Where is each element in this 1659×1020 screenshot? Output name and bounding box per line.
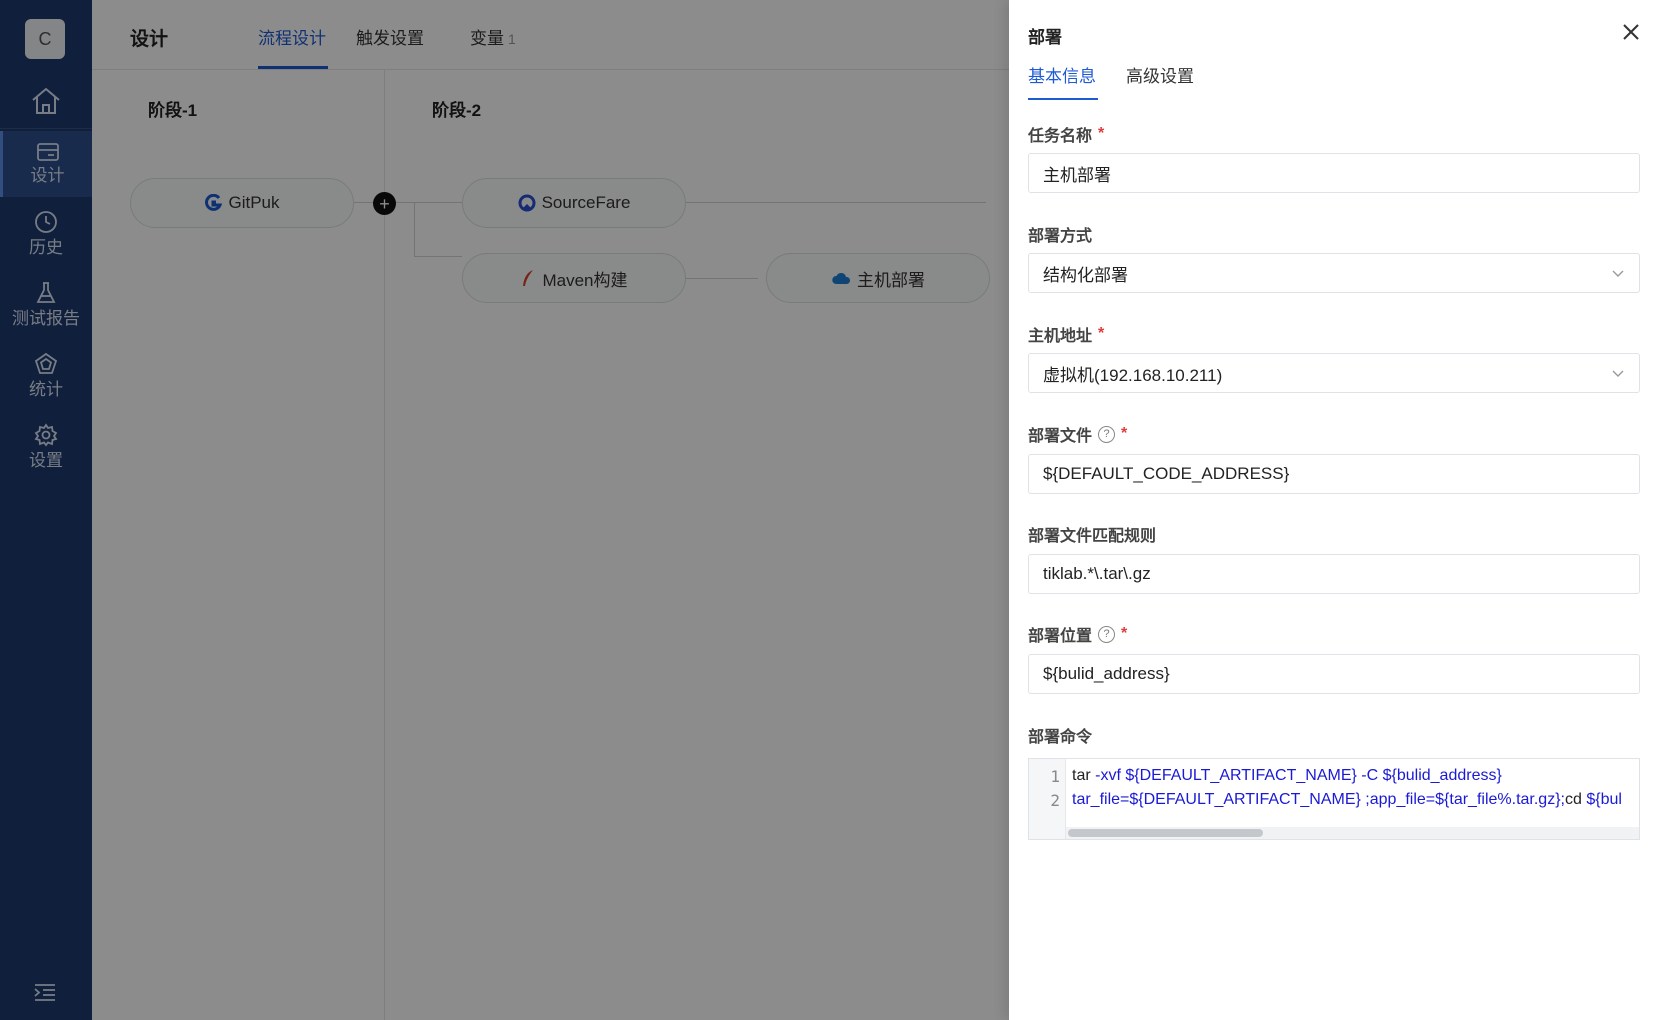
required-mark: * — [1098, 125, 1105, 142]
help-icon[interactable]: ? — [1098, 425, 1116, 443]
chevron-down-icon — [1612, 270, 1624, 277]
input-value: 主机部署 — [1043, 165, 1111, 185]
host-address-select[interactable]: 虚拟机(192.168.10.211) — [1028, 353, 1640, 393]
horizontal-scrollbar[interactable] — [1066, 827, 1639, 839]
label-text: 任务名称 — [1028, 128, 1093, 145]
code-line[interactable]: tar -xvf ${DEFAULT_ARTIFACT_NAME} -C ${b… — [1072, 767, 1502, 785]
select-value: 结构化部署 — [1043, 265, 1128, 285]
tab-advanced-settings[interactable]: 高级设置 — [1126, 62, 1194, 87]
active-tab-indicator — [1028, 98, 1098, 100]
line-number: 1 — [1050, 767, 1060, 786]
input-value: ${bulid_address} — [1043, 664, 1170, 683]
code-token: tar — [1072, 767, 1096, 784]
code-token: cd — [1565, 791, 1587, 808]
task-config-drawer: 部署 基本信息 高级设置 任务名称 * 主机部署 部署方式 结构化部署 主机地址 *… — [1009, 0, 1659, 1020]
code-token: tar_file=${DEFAULT_ARTIFACT_NAME} ;app_f… — [1072, 791, 1565, 808]
required-mark: * — [1121, 625, 1128, 642]
label-text: 部署文件 — [1028, 428, 1093, 445]
deploy-mode-select[interactable]: 结构化部署 — [1028, 253, 1640, 293]
code-line[interactable]: tar_file=${DEFAULT_ARTIFACT_NAME} ;app_f… — [1072, 791, 1622, 809]
host-address-label: 主机地址 * — [1028, 322, 1104, 346]
task-name-label: 任务名称 * — [1028, 122, 1104, 146]
label-text: 部署命令 — [1028, 729, 1093, 746]
help-icon[interactable]: ? — [1098, 625, 1116, 643]
input-value: tiklab.*\.tar\.gz — [1043, 564, 1151, 583]
select-value: 虚拟机(192.168.10.211) — [1043, 365, 1223, 385]
label-text: 部署方式 — [1028, 228, 1093, 245]
input-value: ${DEFAULT_CODE_ADDRESS} — [1043, 464, 1290, 483]
label-text: 主机地址 — [1028, 328, 1093, 345]
modal-mask[interactable] — [0, 0, 1009, 1020]
code-token: -xvf ${DEFAULT_ARTIFACT_NAME} -C ${bulid… — [1095, 767, 1502, 784]
drawer-title: 部署 — [1028, 28, 1062, 47]
task-name-input[interactable]: 主机部署 — [1028, 153, 1640, 193]
label-text: 部署位置 — [1028, 628, 1093, 645]
chevron-down-icon — [1612, 370, 1624, 377]
deploy-file-input[interactable]: ${DEFAULT_CODE_ADDRESS} — [1028, 454, 1640, 494]
deploy-location-label: 部署位置 ? * — [1028, 622, 1127, 646]
deploy-mode-label: 部署方式 — [1028, 222, 1092, 246]
match-rule-label: 部署文件匹配规则 — [1028, 522, 1156, 546]
line-number-gutter: 1 2 — [1029, 759, 1066, 839]
tab-basic-info[interactable]: 基本信息 — [1028, 62, 1096, 87]
required-mark: * — [1098, 325, 1105, 342]
deploy-location-input[interactable]: ${bulid_address} — [1028, 654, 1640, 694]
close-icon — [1623, 24, 1639, 40]
label-text: 部署文件匹配规则 — [1028, 528, 1157, 545]
required-mark: * — [1121, 425, 1128, 442]
deploy-command-label: 部署命令 — [1028, 723, 1092, 747]
close-drawer-button[interactable] — [1619, 20, 1643, 44]
deploy-file-label: 部署文件 ? * — [1028, 422, 1127, 446]
code-token: ${bul — [1586, 791, 1622, 808]
scrollbar-thumb[interactable] — [1068, 829, 1263, 837]
deploy-command-editor[interactable]: 1 2 tar -xvf ${DEFAULT_ARTIFACT_NAME} -C… — [1028, 758, 1640, 840]
line-number: 2 — [1050, 791, 1060, 810]
match-rule-input[interactable]: tiklab.*\.tar\.gz — [1028, 554, 1640, 594]
